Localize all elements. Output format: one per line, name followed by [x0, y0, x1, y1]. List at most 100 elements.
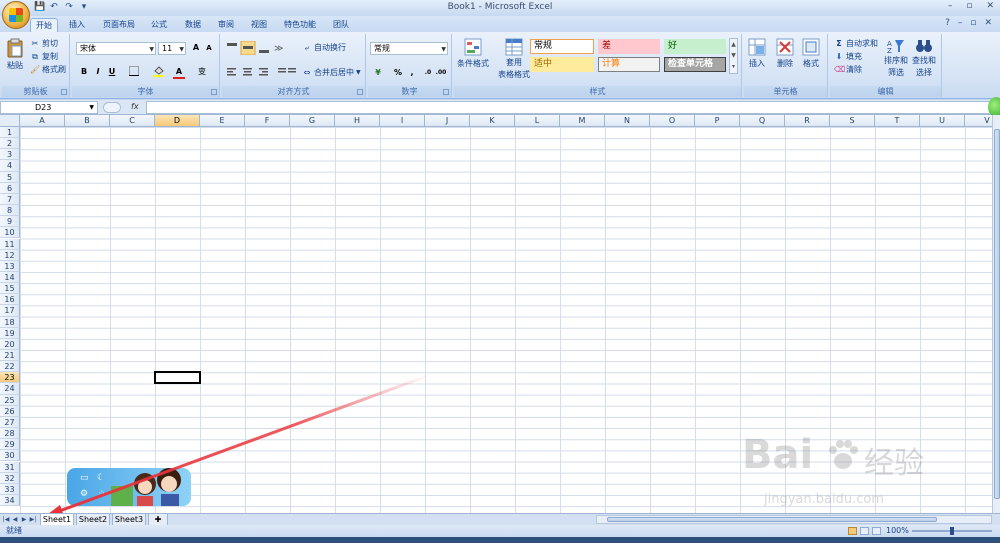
wrap-text-button[interactable]: ⤶ 自动换行: [302, 42, 346, 53]
row-header[interactable]: 4: [0, 160, 20, 172]
style-good[interactable]: 好: [664, 39, 726, 54]
decrease-decimal-button[interactable]: .00: [435, 67, 447, 79]
ribbon-minimize-button[interactable]: –: [958, 18, 963, 28]
first-sheet-button[interactable]: |◀: [2, 515, 10, 525]
row-header[interactable]: 1: [0, 127, 20, 139]
zoom-level[interactable]: 100%: [886, 525, 909, 537]
row-header[interactable]: 29: [0, 439, 20, 451]
column-header[interactable]: Q: [740, 115, 785, 127]
style-bad[interactable]: 差: [598, 39, 660, 54]
fill-button[interactable]: ⬇ 填充: [834, 51, 862, 62]
fill-color-button[interactable]: [152, 66, 164, 78]
tab-page-layout[interactable]: 页面布局: [98, 18, 140, 32]
tab-insert[interactable]: 插入: [64, 18, 90, 32]
clipboard-launcher[interactable]: [61, 89, 67, 95]
insert-cells-button[interactable]: 插入: [748, 38, 766, 69]
italic-button[interactable]: I: [92, 66, 104, 78]
tab-view[interactable]: 视图: [246, 18, 272, 32]
column-header[interactable]: L: [515, 115, 560, 127]
borders-button[interactable]: [128, 66, 140, 78]
tab-home[interactable]: 开始: [30, 18, 58, 32]
vertical-scroll-thumb[interactable]: [994, 129, 1000, 499]
row-header[interactable]: 20: [0, 338, 20, 350]
column-header[interactable]: E: [200, 115, 245, 127]
formula-input[interactable]: [146, 101, 991, 114]
row-header[interactable]: 28: [0, 428, 20, 440]
floating-widget-icon[interactable]: [988, 97, 1000, 117]
tab-team[interactable]: 团队: [328, 18, 354, 32]
format-as-table-button[interactable]: 套用 表格格式: [498, 38, 530, 80]
clear-button[interactable]: ⌫ 清除: [834, 64, 862, 75]
horizontal-scrollbar[interactable]: [596, 515, 992, 524]
close-button[interactable]: ✕: [986, 1, 994, 11]
font-size-combo[interactable]: 11 ▼: [158, 42, 186, 55]
row-header[interactable]: 26: [0, 405, 20, 417]
currency-button[interactable]: ¥: [372, 67, 384, 79]
merge-center-button[interactable]: ⇔ 合并后居中 ▼: [302, 67, 361, 78]
vertical-align-icons[interactable]: ≫: [226, 41, 286, 55]
vertical-scrollbar[interactable]: [992, 115, 1000, 513]
tab-review[interactable]: 审阅: [213, 18, 239, 32]
column-header[interactable]: G: [290, 115, 335, 127]
row-header[interactable]: 25: [0, 394, 20, 406]
row-header[interactable]: 33: [0, 483, 20, 495]
horizontal-scroll-thumb[interactable]: [607, 517, 937, 522]
alignment-launcher[interactable]: [357, 89, 363, 95]
column-header[interactable]: K: [470, 115, 515, 127]
font-name-combo[interactable]: 宋体 ▼: [76, 42, 156, 55]
ribbon-restore-button[interactable]: ▫: [970, 18, 976, 28]
style-normal[interactable]: 常规: [530, 39, 594, 54]
column-header[interactable]: F: [245, 115, 290, 127]
style-gallery-scroll[interactable]: ▲ ▼ ▾: [729, 38, 738, 74]
delete-cells-button[interactable]: 删除: [776, 38, 794, 69]
column-header[interactable]: M: [560, 115, 605, 127]
font-launcher[interactable]: [211, 89, 217, 95]
row-header[interactable]: 11: [0, 238, 20, 250]
restore-button[interactable]: ▫: [966, 1, 972, 11]
row-header[interactable]: 14: [0, 271, 20, 284]
tab-special[interactable]: 特色功能: [280, 18, 320, 32]
column-header[interactable]: H: [335, 115, 380, 127]
minimize-button[interactable]: –: [948, 1, 953, 11]
autosum-button[interactable]: Σ 自动求和: [834, 38, 878, 49]
number-launcher[interactable]: [443, 89, 449, 95]
format-cells-button[interactable]: 格式: [802, 38, 820, 69]
office-button[interactable]: [2, 1, 30, 29]
ribbon-close-button[interactable]: ✕: [984, 18, 992, 28]
column-header[interactable]: N: [605, 115, 650, 127]
row-header[interactable]: 21: [0, 350, 20, 362]
copy-button[interactable]: ⧉ 复制: [30, 51, 58, 62]
zoom-slider-thumb[interactable]: [950, 527, 954, 535]
column-header[interactable]: B: [65, 115, 110, 127]
number-format-combo[interactable]: 常规 ▼: [370, 42, 448, 55]
last-sheet-button[interactable]: ▶|: [29, 515, 37, 525]
row-header[interactable]: 31: [0, 461, 20, 473]
grow-font-button[interactable]: A: [190, 42, 202, 54]
paste-button[interactable]: 粘贴: [6, 38, 24, 71]
normal-view-button[interactable]: [848, 527, 857, 535]
insert-function-button[interactable]: fx: [131, 102, 139, 111]
row-header[interactable]: 18: [0, 316, 20, 328]
next-sheet-button[interactable]: ▶: [20, 515, 28, 525]
select-all-corner[interactable]: [0, 115, 20, 127]
row-header[interactable]: 17: [0, 305, 20, 317]
tab-data[interactable]: 数据: [180, 18, 206, 32]
row-header[interactable]: 2: [0, 138, 20, 150]
row-header[interactable]: 7: [0, 193, 20, 206]
help-icon[interactable]: ?: [945, 18, 950, 28]
column-header[interactable]: R: [785, 115, 830, 127]
sort-filter-button[interactable]: AZ 排序和 筛选: [884, 38, 908, 78]
column-header[interactable]: A: [20, 115, 65, 127]
row-header[interactable]: 13: [0, 260, 20, 272]
column-header[interactable]: I: [380, 115, 425, 127]
row-header[interactable]: 32: [0, 472, 20, 484]
row-header[interactable]: 34: [0, 494, 20, 507]
column-header[interactable]: O: [650, 115, 695, 127]
row-header[interactable]: 6: [0, 182, 20, 194]
name-box[interactable]: D23 ▼: [0, 101, 98, 114]
column-header[interactable]: V: [965, 115, 992, 127]
shrink-font-button[interactable]: A: [203, 42, 215, 54]
row-header[interactable]: 16: [0, 294, 20, 306]
style-neutral[interactable]: 适中: [530, 57, 594, 72]
row-header[interactable]: 15: [0, 283, 20, 295]
